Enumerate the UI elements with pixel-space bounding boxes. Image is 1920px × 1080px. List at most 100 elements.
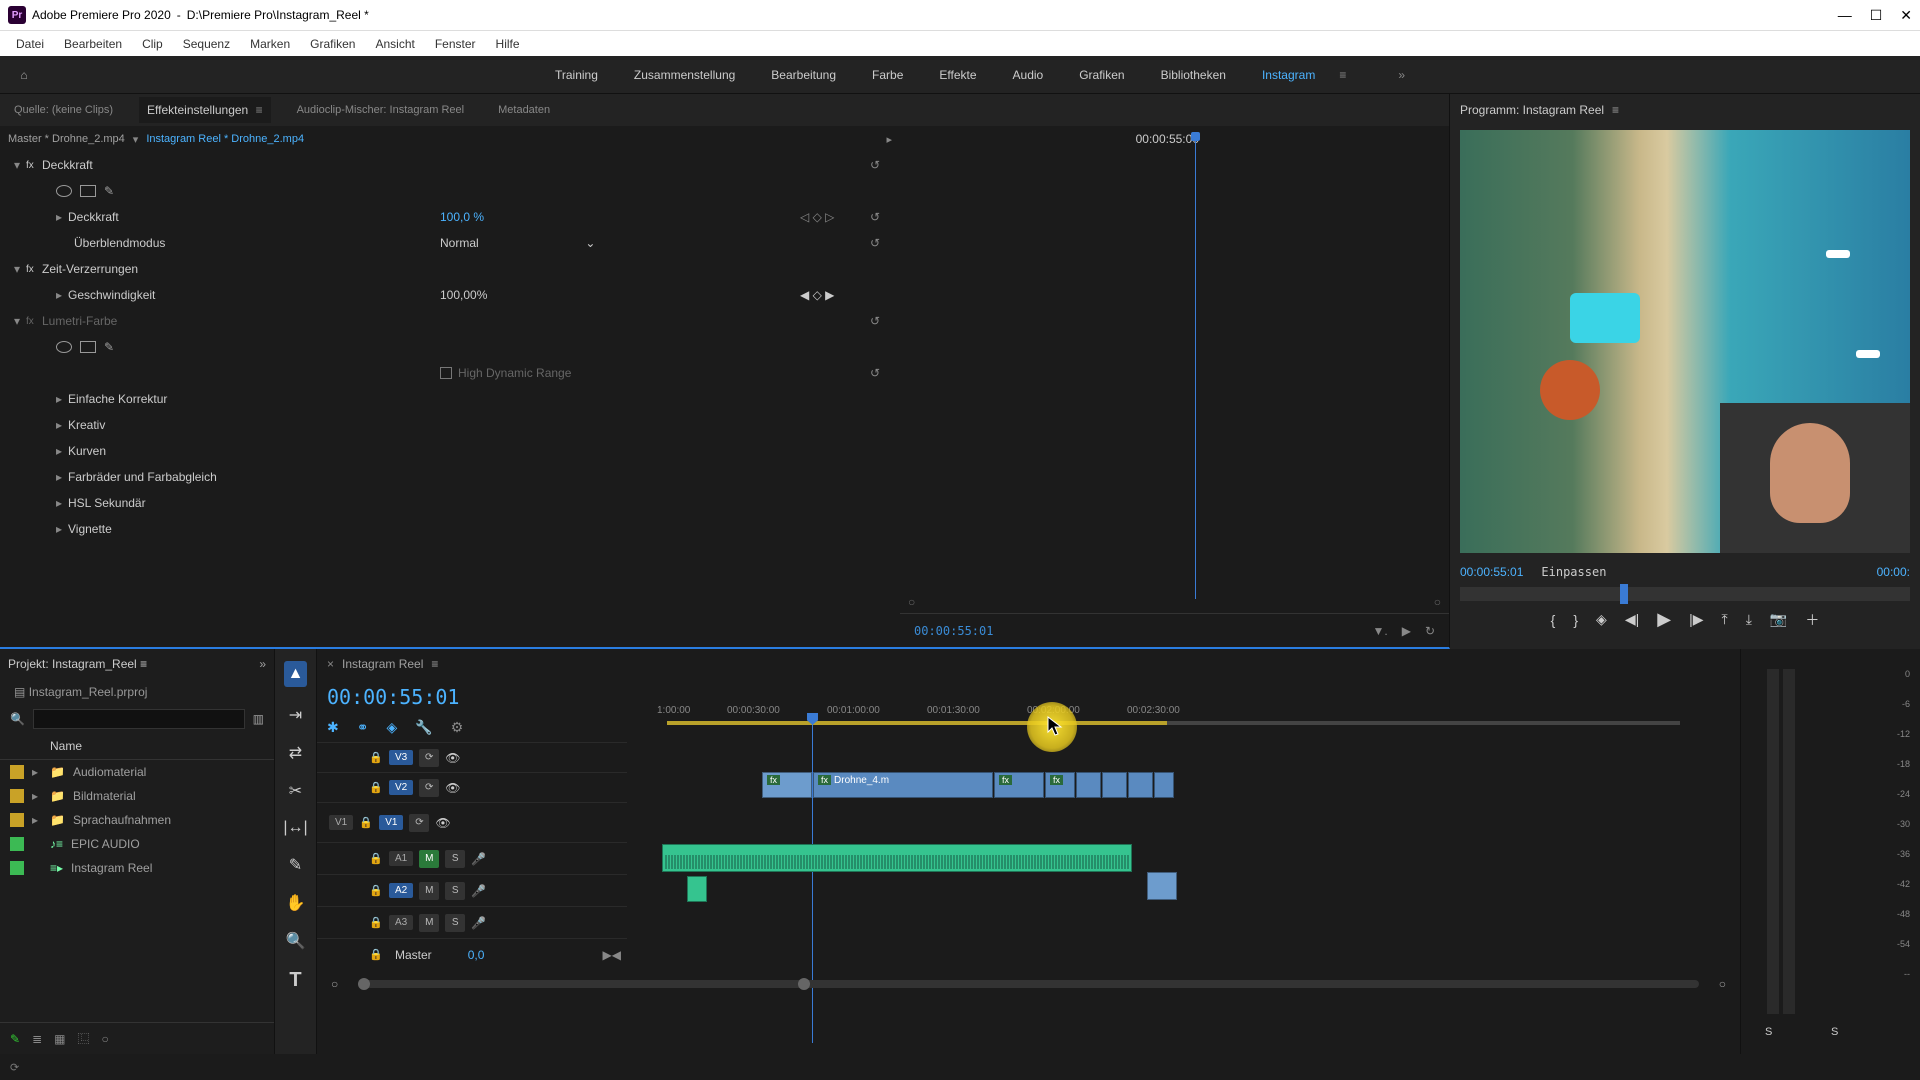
- settings-icon[interactable]: 🔧: [415, 719, 432, 736]
- extract-button[interactable]: ⤓: [1746, 611, 1752, 628]
- mask-rect-lumetri-icon[interactable]: [80, 341, 96, 353]
- zoom-handle-left[interactable]: [358, 978, 370, 990]
- mark-in-button[interactable]: {: [1551, 612, 1556, 628]
- label-swatch[interactable]: [10, 765, 24, 779]
- track-target-v2[interactable]: V2: [389, 780, 413, 795]
- lift-button[interactable]: ⤒: [1721, 611, 1727, 628]
- bin-row[interactable]: ▸ 📁 Sprachaufnahmen: [0, 808, 274, 832]
- audio-clip[interactable]: [687, 876, 707, 902]
- workspace-bearbeitung[interactable]: Bearbeitung: [753, 60, 854, 90]
- bin-twirl-icon[interactable]: ▸: [32, 813, 42, 827]
- workspace-overflow-icon[interactable]: »: [1392, 62, 1411, 88]
- ec-play-icon[interactable]: ▶: [1402, 624, 1411, 638]
- menu-fenster[interactable]: Fenster: [425, 33, 486, 55]
- export-frame-button[interactable]: 📷: [1770, 611, 1787, 628]
- lock-track-icon[interactable]: 🔒: [369, 916, 383, 929]
- solo-left-button[interactable]: S: [1765, 1026, 1772, 1038]
- toggle-track-output-icon[interactable]: 👁: [435, 816, 450, 830]
- pen-tool[interactable]: ✎: [289, 855, 302, 875]
- sync-lock-icon[interactable]: ⟳: [409, 814, 429, 832]
- play-in-to-out-icon[interactable]: ▶◀: [603, 948, 621, 962]
- mask-pen-icon[interactable]: ✎: [104, 184, 114, 198]
- project-overflow-icon[interactable]: »: [259, 657, 266, 671]
- panel-menu-icon[interactable]: ≡: [256, 103, 263, 117]
- mask-rect-icon[interactable]: [80, 185, 96, 197]
- sync-lock-icon[interactable]: ⟳: [419, 779, 439, 797]
- chevron-right-icon[interactable]: ▸: [886, 133, 892, 146]
- bin-row[interactable]: ▸ 📁 Bildmaterial: [0, 784, 274, 808]
- keyframe-nav[interactable]: ◁ ◇ ▷: [800, 210, 834, 224]
- track-header-a1[interactable]: 🔒 A1 M S 🎤: [317, 842, 627, 874]
- hdr-checkbox[interactable]: [440, 367, 452, 379]
- twirl-creative[interactable]: ▸: [56, 418, 68, 432]
- menu-hilfe[interactable]: Hilfe: [486, 33, 530, 55]
- track-header-v3[interactable]: 🔒 V3 ⟳ 👁: [317, 742, 627, 772]
- window-maximize[interactable]: ☐: [1870, 7, 1883, 24]
- lumetri-vignette[interactable]: Vignette: [68, 522, 112, 536]
- workspace-farbe[interactable]: Farbe: [854, 60, 921, 90]
- voice-over-icon[interactable]: 🎤: [471, 852, 486, 866]
- speed-value[interactable]: 100,00%: [440, 288, 487, 302]
- menu-sequenz[interactable]: Sequenz: [173, 33, 240, 55]
- sequence-tab[interactable]: Instagram Reel: [342, 657, 423, 671]
- home-button[interactable]: ⌂: [10, 61, 38, 89]
- lock-track-icon[interactable]: 🔒: [369, 948, 383, 961]
- slip-tool[interactable]: |↔|: [283, 819, 307, 837]
- hand-tool[interactable]: ✋: [286, 893, 306, 913]
- lumetri-hsl[interactable]: HSL Sekundär: [68, 496, 146, 510]
- toggle-track-output-icon[interactable]: 👁: [445, 751, 460, 765]
- program-zoom-select[interactable]: Einpassen: [1541, 565, 1606, 579]
- list-view-icon[interactable]: ≣: [32, 1032, 42, 1046]
- type-tool[interactable]: T: [289, 969, 301, 992]
- ec-zoom-handle-right[interactable]: ○: [1434, 595, 1441, 607]
- ec-zoom-handle-left[interactable]: ○: [908, 595, 915, 607]
- sync-lock-icon[interactable]: ⟳: [419, 749, 439, 767]
- lumetri-basic[interactable]: Einfache Korrektur: [68, 392, 167, 406]
- workspace-instagram[interactable]: Instagram: [1244, 60, 1333, 90]
- audio-clip[interactable]: [662, 844, 1132, 872]
- project-search-input[interactable]: [33, 709, 245, 729]
- menu-datei[interactable]: Datei: [6, 33, 54, 55]
- zoom-tool[interactable]: 🔍: [286, 931, 306, 951]
- track-header-a3[interactable]: 🔒 A3 M S 🎤: [317, 906, 627, 938]
- lock-track-icon[interactable]: 🔒: [359, 816, 373, 829]
- track-select-tool[interactable]: ⇥: [289, 705, 302, 725]
- ec-loop-icon[interactable]: ↻: [1425, 624, 1435, 638]
- mask-pen-lumetri-icon[interactable]: ✎: [104, 340, 114, 354]
- workspace-menu-icon[interactable]: ≡: [1333, 62, 1352, 88]
- label-swatch[interactable]: [10, 837, 24, 851]
- timeline-settings-icon[interactable]: ⚙: [451, 719, 464, 736]
- add-marker-icon[interactable]: ◈: [386, 719, 397, 736]
- ripple-edit-tool[interactable]: ⇄: [289, 743, 302, 763]
- timeline-ruler[interactable]: 1:00:00 00:00:30:00 00:01:00:00 00:01:30…: [627, 679, 1740, 729]
- track-header-v1[interactable]: V1 🔒 V1 ⟳ 👁: [317, 802, 627, 842]
- voice-over-icon[interactable]: 🎤: [471, 916, 486, 930]
- twirl-vignette[interactable]: ▸: [56, 522, 68, 536]
- program-tab[interactable]: Programm: Instagram Reel: [1460, 103, 1604, 117]
- track-target-v1[interactable]: V1: [379, 815, 403, 830]
- track-target-v3[interactable]: V3: [389, 750, 413, 765]
- icon-view-icon[interactable]: ▦: [54, 1032, 65, 1046]
- window-close[interactable]: ✕: [1900, 7, 1912, 24]
- work-area-bar[interactable]: [667, 721, 1167, 725]
- lumetri-creative[interactable]: Kreativ: [68, 418, 105, 432]
- program-monitor[interactable]: [1460, 130, 1910, 553]
- menu-bearbeiten[interactable]: Bearbeiten: [54, 33, 132, 55]
- timeline-zoom-out[interactable]: ○: [331, 977, 338, 991]
- menu-ansicht[interactable]: Ansicht: [365, 33, 424, 55]
- menu-clip[interactable]: Clip: [132, 33, 173, 55]
- twirl-wheels[interactable]: ▸: [56, 470, 68, 484]
- lock-track-icon[interactable]: 🔒: [369, 852, 383, 865]
- play-button[interactable]: ▶: [1657, 609, 1671, 630]
- track-header-master[interactable]: 🔒 Master 0,0 ▶◀: [317, 938, 627, 970]
- lumetri-wheels[interactable]: Farbräder und Farbabgleich: [68, 470, 217, 484]
- zoom-handle-right[interactable]: [798, 978, 810, 990]
- zoom-slider[interactable]: ○: [101, 1032, 108, 1046]
- fx-badge-time-icon[interactable]: fx: [26, 264, 42, 275]
- list-item[interactable]: ♪≡ EPIC AUDIO: [0, 832, 274, 856]
- ec-foot-timecode[interactable]: 00:00:55:01: [914, 624, 993, 638]
- solo-right-button[interactable]: S: [1831, 1026, 1838, 1038]
- mark-out-button[interactable]: }: [1573, 612, 1578, 628]
- ec-filter-icon[interactable]: ▼.: [1372, 624, 1387, 638]
- step-fwd-button[interactable]: |▶: [1689, 611, 1703, 628]
